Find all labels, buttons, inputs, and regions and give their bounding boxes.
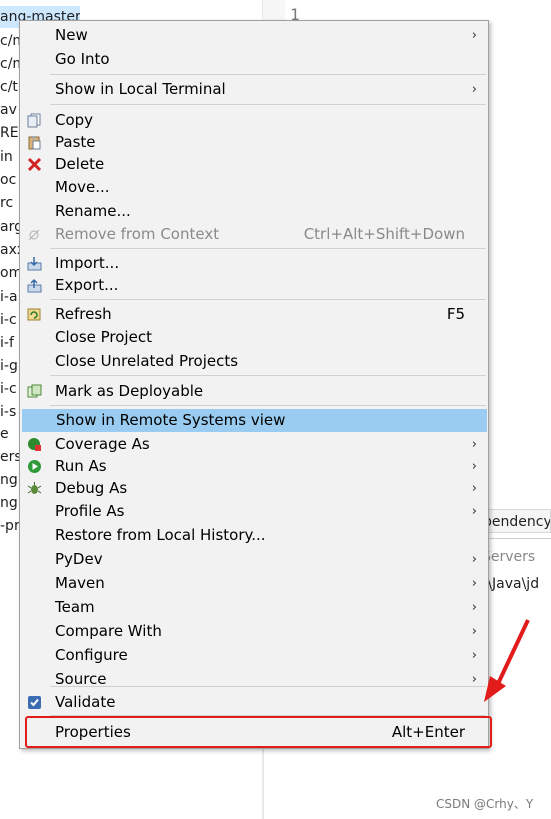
submenu-arrow-icon: › — [471, 552, 477, 567]
deployable-icon — [27, 384, 42, 399]
menu-item-run-as[interactable]: Run As › — [21, 455, 487, 478]
submenu-arrow-icon: › — [471, 28, 477, 43]
menu-item-label: Show in Remote Systems view — [56, 411, 286, 429]
menu-separator — [50, 405, 486, 406]
menu-item-debug-as[interactable]: Debug As › — [21, 477, 487, 500]
refresh-icon — [27, 307, 42, 322]
menu-item-label: Configure — [55, 646, 128, 664]
submenu-arrow-icon: › — [471, 672, 477, 687]
menu-item-import[interactable]: Import... — [21, 252, 487, 275]
menu-item-label: Close Project — [55, 328, 152, 346]
menu-item-label: Copy — [55, 111, 94, 129]
menu-item-label: Export... — [55, 276, 119, 294]
menu-item-rename[interactable]: Rename... — [21, 200, 487, 223]
menu-item-mark-as-deployable[interactable]: Mark as Deployable — [21, 380, 487, 403]
menu-item-new[interactable]: New › — [21, 24, 487, 47]
menu-item-label: Import... — [55, 254, 120, 272]
menu-item-remove-from-context[interactable]: Remove from Context Ctrl+Alt+Shift+Down — [21, 223, 487, 246]
context-menu: New › Go Into Show in Local Terminal › C… — [19, 20, 489, 749]
watermark: CSDN @Crhy、Y — [436, 797, 534, 811]
menu-item-label: Close Unrelated Projects — [55, 352, 239, 370]
export-icon — [27, 278, 42, 293]
submenu-arrow-icon: › — [471, 624, 477, 639]
menu-item-compare-with[interactable]: Compare With › — [21, 620, 487, 643]
menu-item-label: Source — [55, 670, 107, 688]
submenu-arrow-icon: › — [471, 504, 477, 519]
menu-item-shortcut: Ctrl+Alt+Shift+Down — [303, 225, 465, 243]
coverage-icon — [27, 437, 42, 452]
menu-item-label: Show in Local Terminal — [55, 80, 226, 98]
submenu-arrow-icon: › — [471, 437, 477, 452]
menu-item-team[interactable]: Team › — [21, 596, 487, 619]
menu-item-profile-as[interactable]: Profile As › — [21, 500, 487, 523]
menu-item-shortcut: F5 — [446, 305, 465, 323]
menu-item-show-in-local-terminal[interactable]: Show in Local Terminal › — [21, 78, 487, 101]
menu-item-copy[interactable]: Copy — [21, 109, 487, 132]
menu-item-label: Delete — [55, 155, 105, 173]
menu-item-export[interactable]: Export... — [21, 274, 487, 297]
highlight-box — [25, 716, 492, 748]
paste-icon — [27, 135, 42, 150]
menu-item-close-project[interactable]: Close Project — [21, 326, 487, 349]
submenu-arrow-icon: › — [471, 459, 477, 474]
menu-item-label: Refresh — [55, 305, 112, 323]
menu-item-maven[interactable]: Maven › — [21, 572, 487, 595]
debug-icon — [27, 481, 42, 496]
menu-item-validate[interactable]: Validate — [21, 691, 487, 714]
run-icon — [27, 459, 42, 474]
menu-item-label: Profile As — [55, 502, 125, 520]
menu-separator — [50, 686, 486, 687]
menu-item-refresh[interactable]: Refresh F5 — [21, 303, 487, 326]
submenu-arrow-icon: › — [471, 648, 477, 663]
menu-item-show-in-remote-systems-view[interactable]: Show in Remote Systems view — [22, 409, 487, 432]
menu-item-label: Compare With — [55, 622, 162, 640]
menu-item-restore-from-local-history[interactable]: Restore from Local History... — [21, 524, 487, 547]
menu-item-label: Remove from Context — [55, 225, 220, 243]
menu-item-label: New — [55, 26, 88, 44]
menu-item-label: Coverage As — [55, 435, 150, 453]
menu-item-go-into[interactable]: Go Into — [21, 48, 487, 71]
menu-separator — [50, 375, 486, 376]
checkbox-icon — [27, 695, 42, 710]
menu-item-label: Move... — [55, 178, 110, 196]
menu-separator — [50, 248, 486, 249]
delete-icon — [27, 157, 42, 172]
menu-separator — [50, 299, 486, 300]
menu-item-paste[interactable]: Paste — [21, 131, 487, 154]
menu-item-label: Rename... — [55, 202, 131, 220]
menu-item-label: Maven — [55, 574, 105, 592]
menu-item-label: Validate — [55, 693, 116, 711]
menu-item-label: Paste — [55, 133, 96, 151]
menu-separator — [50, 104, 486, 105]
menu-item-source[interactable]: Source › — [21, 668, 487, 691]
menu-item-label: Debug As — [55, 479, 128, 497]
menu-item-label: Go Into — [55, 50, 110, 68]
submenu-arrow-icon: › — [471, 82, 477, 97]
submenu-arrow-icon: › — [471, 600, 477, 615]
menu-item-close-unrelated-projects[interactable]: Close Unrelated Projects — [21, 350, 487, 373]
menu-item-delete[interactable]: Delete — [21, 153, 487, 176]
menu-item-label: Run As — [55, 457, 107, 475]
menu-item-pydev[interactable]: PyDev › — [21, 548, 487, 571]
submenu-arrow-icon: › — [471, 481, 477, 496]
menu-item-label: PyDev — [55, 550, 103, 568]
menu-item-label: Team — [55, 598, 95, 616]
menu-item-configure[interactable]: Configure › — [21, 644, 487, 667]
submenu-arrow-icon: › — [471, 576, 477, 591]
red-arrow-icon — [484, 619, 530, 702]
menu-separator — [50, 74, 486, 75]
menu-item-label: Restore from Local History... — [55, 526, 266, 544]
menu-item-move[interactable]: Move... — [21, 176, 487, 199]
menu-item-label: Mark as Deployable — [55, 382, 204, 400]
copy-icon — [27, 113, 42, 128]
remove-context-icon — [27, 227, 42, 242]
menu-item-coverage-as[interactable]: Coverage As › — [21, 433, 487, 456]
import-icon — [27, 256, 42, 271]
